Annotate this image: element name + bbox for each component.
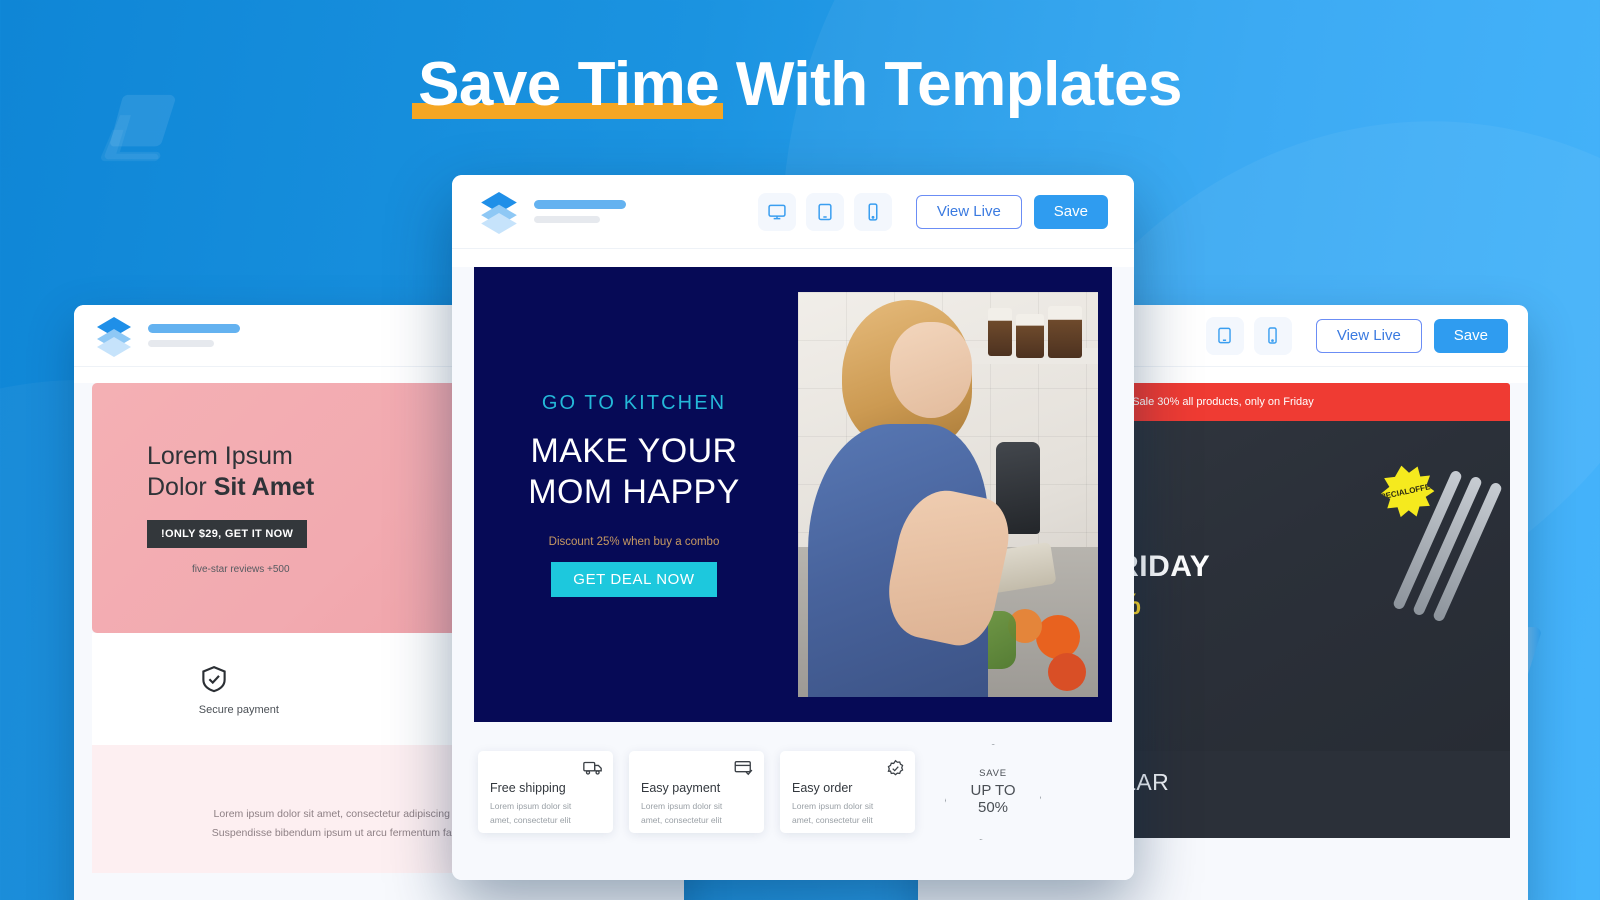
subtitle-placeholder-bar [148, 340, 214, 347]
editor-main-device-switcher [757, 192, 892, 231]
page-title-highlight-text: Save Time [418, 50, 720, 119]
editor-right-device-switcher [1205, 316, 1292, 355]
feature-card[interactable]: Free shipping Lorem ipsum dolor sit amet… [478, 751, 613, 833]
main-hero-headline: MAKE YOUR MOM HAPPY [488, 431, 780, 513]
main-hero-kicker: GO TO KITCHEN [541, 391, 727, 414]
title-placeholder-bar [148, 324, 240, 333]
view-live-button[interactable]: View Live [915, 194, 1022, 229]
starburst-line1: SPECIAL [1374, 486, 1411, 504]
page-title-rest: With Templates [719, 50, 1183, 119]
left-feature-secure-payment: Secure payment [199, 663, 279, 716]
editor-main-actions: View Live Save [915, 194, 1108, 229]
feature-card-copy: Lorem ipsum dolor sit amet, consectetur … [792, 800, 903, 827]
subtitle-placeholder-bar [534, 216, 600, 223]
feature-card-copy-line2: amet, consectetur elit [641, 814, 722, 825]
photo-jar [1016, 314, 1044, 358]
feature-card-title: Easy order [792, 781, 853, 795]
credit-card-check-icon [734, 759, 754, 776]
photo-fruit [1048, 653, 1086, 691]
left-hero-headline-line1: Lorem Ipsum [147, 442, 293, 470]
feature-card-copy: Lorem ipsum dolor sit amet, consectetur … [641, 800, 752, 827]
feature-card-copy-line1: Lorem ipsum dolor sit [792, 801, 874, 811]
shield-check-icon [199, 663, 279, 695]
photo-fruit [1036, 615, 1080, 659]
feature-card-copy-line1: Lorem ipsum dolor sit [641, 801, 723, 811]
mobile-icon[interactable] [1253, 316, 1292, 355]
editor-left-title-placeholder [148, 324, 240, 347]
editor-main-toolbar: View Live Save [452, 175, 1134, 249]
save-button[interactable]: Save [1433, 318, 1508, 353]
feature-card-copy-line1: Lorem ipsum dolor sit [490, 801, 572, 811]
feature-card-title: Free shipping [490, 781, 566, 795]
editor-main-title-placeholder [534, 200, 626, 223]
feature-card[interactable]: Easy order Lorem ipsum dolor sit amet, c… [780, 751, 915, 833]
feature-card-title: Easy payment [641, 781, 721, 795]
layers-diamond-logo-icon [94, 315, 134, 357]
main-hero-headline-line1: MAKE YOUR [530, 431, 738, 470]
feature-card-copy: Lorem ipsum dolor sit amet, consectetur … [490, 800, 601, 827]
mobile-icon[interactable] [853, 192, 892, 231]
editor-left-brand [94, 315, 240, 357]
save-badge-line2: UP TO [970, 782, 1016, 799]
save-badge-line1: SAVE [979, 768, 1007, 779]
title-placeholder-bar [534, 200, 626, 209]
page-title: Save Time With Templates [0, 50, 1600, 120]
photo-face [890, 322, 972, 418]
page-title-highlight: Save Time [412, 50, 724, 120]
truck-icon [583, 759, 603, 776]
feature-card-copy-line2: amet, consectetur elit [792, 814, 873, 825]
left-hero-cta-button[interactable]: !ONLY $29, GET IT NOW [147, 520, 308, 548]
editor-main-canvas: GO TO KITCHEN MAKE YOUR MOM HAPPY Discou… [452, 267, 1134, 880]
photo-jar [1048, 306, 1082, 358]
main-hero-copy: GO TO KITCHEN MAKE YOUR MOM HAPPY Discou… [474, 392, 794, 598]
get-deal-now-button[interactable]: GET DEAL NOW [551, 562, 717, 598]
badge-check-icon [886, 759, 905, 778]
view-live-button[interactable]: View Live [1315, 318, 1422, 353]
left-hero-headline-line2-light: Dolor [147, 472, 214, 501]
feature-card-copy-line2: amet, consectetur elit [490, 814, 571, 825]
left-feature-label: Secure payment [198, 703, 279, 716]
save-button[interactable]: Save [1033, 194, 1108, 229]
editor-main-brand [478, 189, 626, 235]
photo-jar [988, 308, 1012, 356]
main-feature-cards-row: Free shipping Lorem ipsum dolor sit amet… [452, 722, 1134, 840]
left-hero-headline-line2-bold: Sit Amet [213, 472, 315, 501]
main-template-hero: GO TO KITCHEN MAKE YOUR MOM HAPPY Discou… [474, 267, 1112, 722]
editor-card-main[interactable]: View Live Save GO TO KITCHEN MAKE YOUR M… [452, 175, 1134, 880]
layers-diamond-logo-icon [478, 189, 520, 235]
save-badge-line3: 50% [977, 799, 1009, 816]
save-up-to-badge: SAVE UP TO 50% [945, 744, 1041, 840]
main-hero-note: Discount 25% when buy a combo [548, 536, 720, 549]
main-hero-headline-line2: MOM HAPPY [528, 472, 740, 511]
desktop-icon[interactable] [757, 192, 796, 231]
kitchen-photo [798, 292, 1098, 697]
feature-card[interactable]: Easy payment Lorem ipsum dolor sit amet,… [629, 751, 764, 833]
tablet-icon[interactable] [1205, 316, 1244, 355]
tablet-icon[interactable] [805, 192, 844, 231]
editor-right-actions: View Live Save [1315, 318, 1508, 353]
